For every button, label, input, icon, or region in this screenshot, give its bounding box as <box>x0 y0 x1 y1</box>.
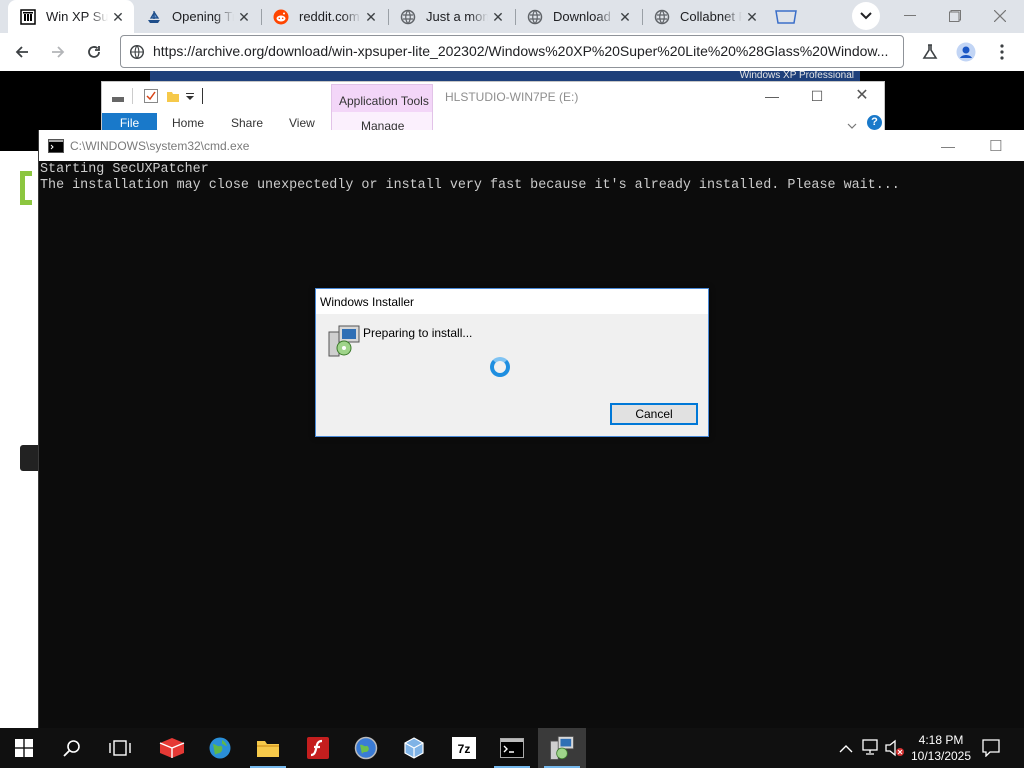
profile-avatar-icon[interactable] <box>952 38 980 66</box>
cmd-title-bar: C:\WINDOWS\system32\cmd.exe — ☐ <box>39 130 1024 161</box>
installer-taskbar-icon[interactable] <box>538 728 586 768</box>
close-icon[interactable]: ✕ <box>490 9 506 25</box>
volume-muted-icon[interactable] <box>885 739 905 762</box>
maximize-icon[interactable]: ☐ <box>989 137 1002 155</box>
tab-label: Just a mom <box>426 9 488 24</box>
browser-globe-icon[interactable] <box>342 728 390 768</box>
tab-label: Opening Tr <box>172 9 234 24</box>
action-center-icon[interactable] <box>982 739 1000 762</box>
dialog-title-bar: Windows Installer <box>316 289 708 314</box>
start-windows-icon[interactable] <box>0 728 48 768</box>
file-explorer-folder-icon[interactable] <box>244 728 292 768</box>
minimize-icon[interactable] <box>896 2 924 30</box>
globe-icon <box>654 9 670 25</box>
7zip-icon[interactable]: 7z <box>440 728 488 768</box>
clock[interactable]: 4:18 PM 10/13/2025 <box>910 732 972 764</box>
forward-arrow-icon[interactable] <box>44 38 72 66</box>
tab-just-a-moment[interactable]: Just a mom ✕ <box>388 0 514 33</box>
maximize-icon[interactable]: ☐ <box>803 88 831 104</box>
reload-icon[interactable] <box>80 38 108 66</box>
globe-icon <box>527 9 543 25</box>
menu-kebab-icon[interactable] <box>988 38 1016 66</box>
installer-computer-icon <box>327 324 361 363</box>
page-white-strip <box>0 151 40 728</box>
app-red-box-icon[interactable] <box>148 728 196 768</box>
properties-check-icon[interactable] <box>144 89 158 108</box>
app-globe-icon[interactable] <box>196 728 244 768</box>
windows-installer-dialog: Windows Installer Preparing to install..… <box>315 288 709 437</box>
cmd-title: C:\WINDOWS\system32\cmd.exe <box>70 139 250 153</box>
close-icon[interactable]: ✕ <box>110 9 126 25</box>
show-hidden-icons-chevron-up-icon[interactable] <box>839 741 853 759</box>
svg-text:7z: 7z <box>458 742 471 756</box>
logo-fragment <box>20 171 32 205</box>
customize-qat-icon[interactable] <box>185 89 195 108</box>
file-explorer-window: Application Tools Manage HLSTUDIO-WIN7PE… <box>101 81 885 134</box>
ribbon-tab-view[interactable]: View <box>289 116 315 130</box>
dialog-message: Preparing to install... <box>363 326 473 340</box>
loading-spinner-icon <box>490 357 510 377</box>
ribbon-tab-share[interactable]: Share <box>231 116 263 130</box>
minimize-icon[interactable]: — <box>758 88 786 104</box>
archive-icon <box>20 8 36 25</box>
taskbar: 7z 4:18 PM 10/13/2025 <box>0 728 1024 768</box>
address-bar[interactable]: https://archive.org/download/win-xpsuper… <box>120 35 904 68</box>
tab-search-chevron-down-icon[interactable] <box>852 2 880 30</box>
tab-reddit[interactable]: reddit.com ✕ <box>261 0 387 33</box>
explorer-title: HLSTUDIO-WIN7PE (E:) <box>445 90 579 104</box>
url-text[interactable]: https://archive.org/download/win-xpsuper… <box>153 43 893 59</box>
clock-time: 4:18 PM <box>918 733 964 747</box>
tab-label: Collabnet R <box>680 9 742 24</box>
ribbon-tab-home[interactable]: Home <box>172 116 204 130</box>
tab-label: Download <box>553 9 611 24</box>
application-tools-tab[interactable]: Application Tools Manage <box>331 84 433 134</box>
close-window-icon[interactable] <box>986 2 1014 30</box>
close-icon[interactable]: ✕ <box>617 9 633 25</box>
new-tab-icon[interactable] <box>772 3 800 31</box>
globe-icon <box>400 9 416 25</box>
virtualbox-cube-icon[interactable] <box>390 728 438 768</box>
close-icon[interactable]: ✕ <box>236 9 252 25</box>
tab-download[interactable]: Download ✕ <box>515 0 641 33</box>
tab-win-xp-super-lite[interactable]: Win XP Super Lite ✕ <box>8 0 134 33</box>
search-icon[interactable] <box>48 728 96 768</box>
site-info-icon[interactable] <box>129 44 145 65</box>
drive-icon <box>111 91 125 109</box>
tab-collabnet[interactable]: Collabnet R ✕ <box>642 0 768 33</box>
help-icon[interactable]: ? <box>867 115 882 130</box>
cmd-line: Starting SecUXPatcher <box>40 162 209 177</box>
restore-icon[interactable] <box>941 2 969 30</box>
dialog-title: Windows Installer <box>320 295 415 309</box>
qat-separator <box>132 88 133 104</box>
ship-icon <box>146 9 162 25</box>
network-icon[interactable] <box>862 739 880 760</box>
reddit-icon <box>273 9 289 25</box>
task-view-icon[interactable] <box>96 728 144 768</box>
tab-opening[interactable]: Opening Tr ✕ <box>134 0 260 33</box>
page-banner: Windows XP Professional <box>150 71 860 81</box>
new-folder-icon[interactable] <box>166 89 180 108</box>
back-arrow-icon[interactable] <box>8 38 36 66</box>
minimize-icon[interactable]: — <box>941 138 955 154</box>
cmd-output[interactable]: Starting SecUXPatcher The installation ma… <box>40 162 900 194</box>
close-icon[interactable]: ✕ <box>848 88 876 104</box>
cancel-button[interactable]: Cancel <box>610 403 698 425</box>
cmd-icon <box>48 139 64 158</box>
labs-flask-icon[interactable] <box>916 38 944 66</box>
clock-date: 10/13/2025 <box>910 749 972 763</box>
browser-tab-strip: Win XP Super Lite ✕ Opening Tr ✕ reddit.… <box>0 0 1024 33</box>
context-tab-label: Application Tools <box>339 94 429 108</box>
tab-label: Win XP Super Lite <box>46 9 108 24</box>
cmd-line: The installation may close unexpectedly … <box>40 178 900 193</box>
tab-label: reddit.com <box>299 9 360 24</box>
cmd-taskbar-icon[interactable] <box>488 728 536 768</box>
flash-icon[interactable] <box>294 728 342 768</box>
close-icon[interactable]: ✕ <box>744 9 760 25</box>
qat-separator <box>202 88 203 104</box>
close-icon[interactable]: ✕ <box>363 9 379 25</box>
chat-bubble-icon[interactable] <box>20 445 40 471</box>
